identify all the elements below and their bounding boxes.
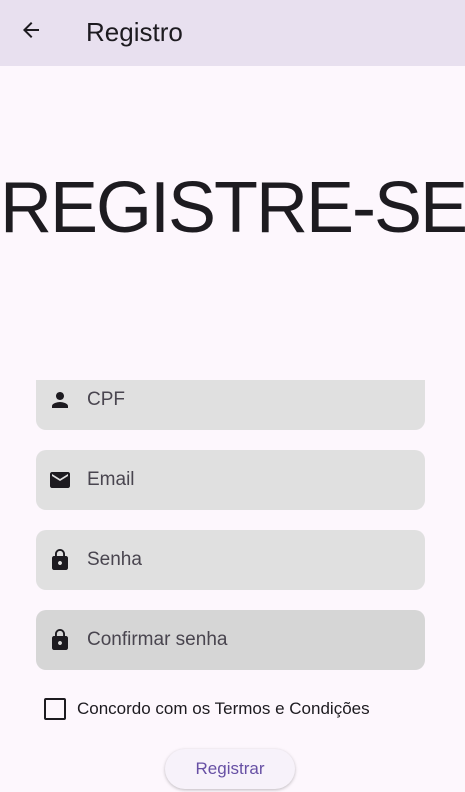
password-field-placeholder: Senha (87, 549, 142, 570)
cpf-field-placeholder: CPF (87, 389, 125, 410)
page-title: Registro (86, 17, 183, 47)
cpf-field[interactable]: CPF (36, 380, 425, 430)
confirm-password-field-placeholder: Confirmar senha (87, 629, 228, 650)
email-field[interactable]: Email (36, 450, 425, 510)
register-heading: REGISTRE-SE (0, 168, 465, 248)
register-form: CPF Email Senha Confirmar senha Concordo… (0, 380, 465, 792)
lock-icon (47, 548, 73, 572)
terms-row: Concordo com os Termos e Condições (44, 698, 370, 720)
back-button[interactable] (14, 17, 48, 47)
register-button[interactable]: Registrar (165, 749, 295, 789)
app-bar: Registro (0, 0, 465, 66)
person-icon (47, 388, 73, 412)
email-field-placeholder: Email (87, 469, 135, 490)
mail-icon (47, 468, 73, 492)
password-field[interactable]: Senha (36, 530, 425, 590)
arrow-back-icon (19, 18, 43, 47)
terms-checkbox[interactable] (44, 698, 66, 720)
lock-icon (47, 628, 73, 652)
confirm-password-field[interactable]: Confirmar senha (36, 610, 425, 670)
terms-label: Concordo com os Termos e Condições (77, 699, 370, 718)
